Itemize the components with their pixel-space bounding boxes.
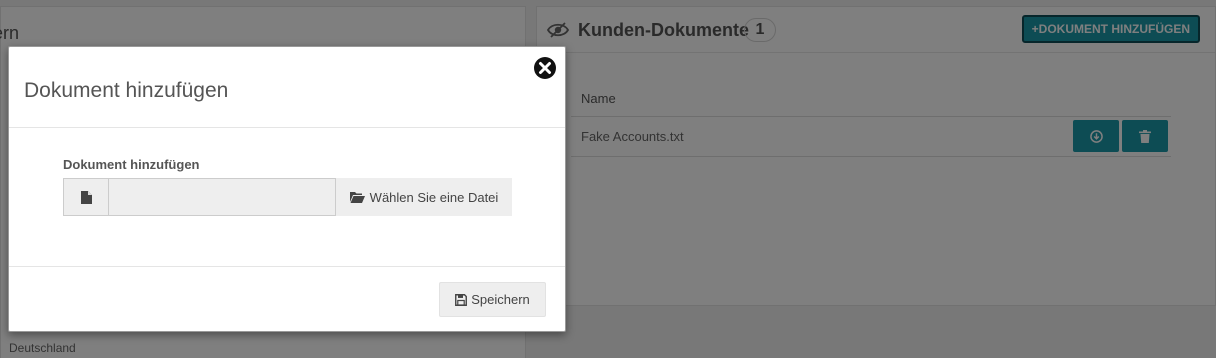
file-addon (63, 178, 109, 216)
file-field-label: Dokument hinzufügen (63, 157, 200, 172)
close-circle-icon (534, 57, 556, 79)
modal-header: Dokument hinzufügen (9, 47, 565, 128)
file-name-input[interactable] (108, 178, 336, 216)
save-label: Speichern (471, 292, 530, 307)
save-button[interactable]: Speichern (439, 282, 546, 317)
floppy-disk-icon (455, 293, 468, 306)
choose-file-label: Wählen Sie eine Datei (369, 189, 499, 205)
choose-file-button[interactable]: Wählen Sie eine Datei (336, 178, 512, 216)
modal-body: Dokument hinzufügen Wählen Sie eine Date… (9, 128, 565, 266)
modal-footer: Speichern (9, 266, 565, 332)
add-document-modal: Dokument hinzufügen Dokument hinzufügen (8, 46, 566, 332)
file-upload-group: Wählen Sie eine Datei (63, 178, 512, 216)
modal-title: Dokument hinzufügen (24, 79, 229, 102)
close-button[interactable] (533, 56, 557, 80)
folder-open-icon (349, 192, 365, 203)
file-icon (80, 190, 92, 204)
